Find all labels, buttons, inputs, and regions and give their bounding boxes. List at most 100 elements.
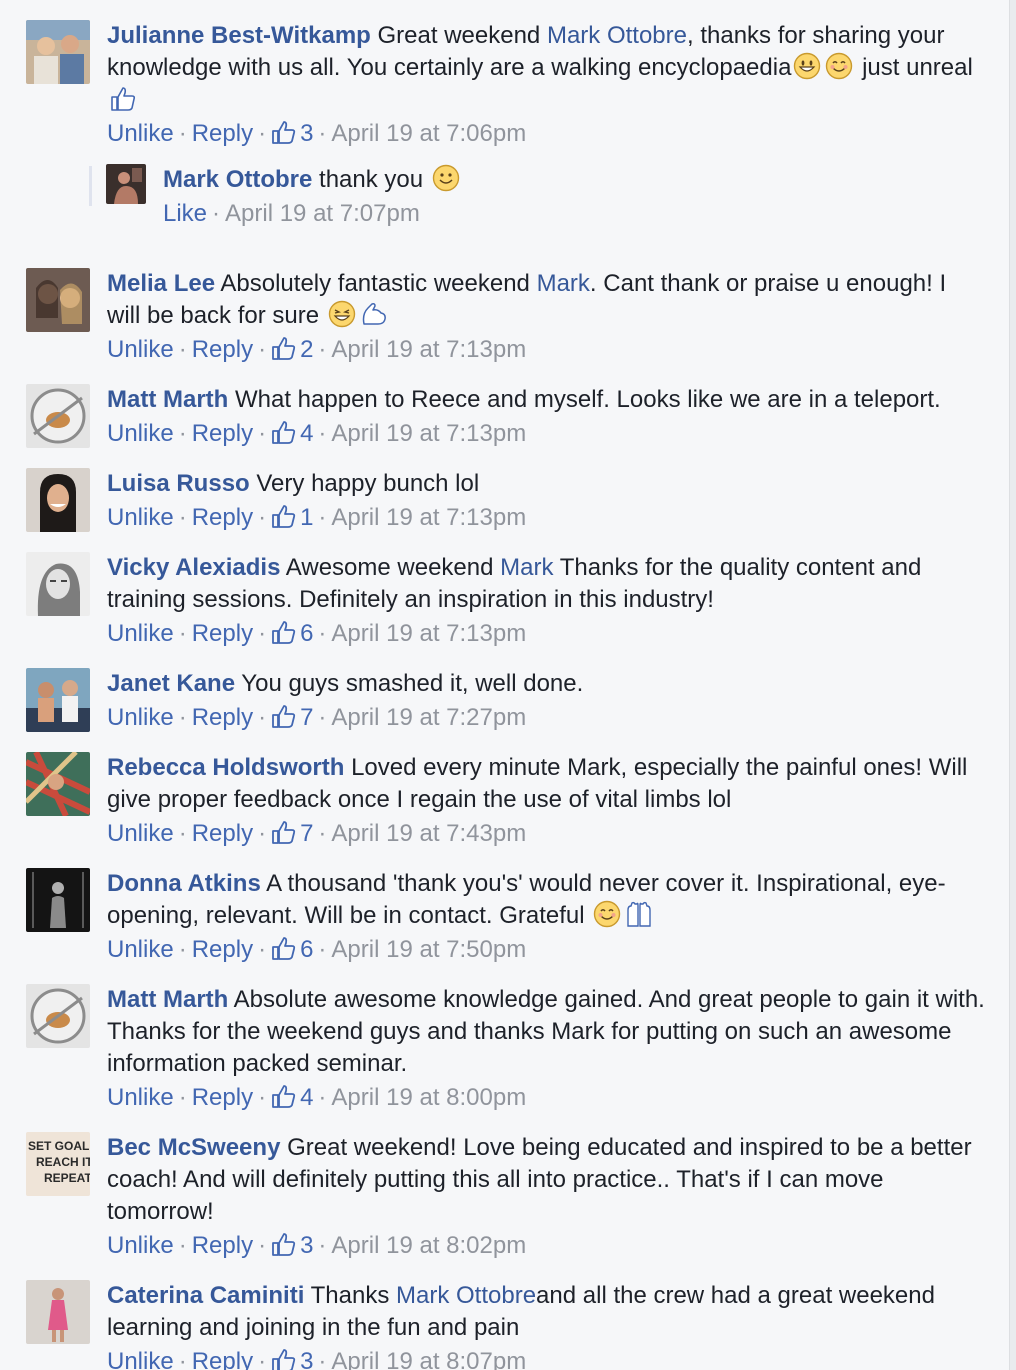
timestamp[interactable]: April 19 at 7:06pm	[331, 120, 526, 147]
reply-button[interactable]: Reply	[192, 504, 253, 531]
avatar[interactable]	[26, 752, 90, 816]
mention-link[interactable]: Mark	[500, 554, 553, 581]
comment: Vicky Alexiadis Awesome weekend Mark Tha…	[26, 552, 986, 652]
reply-button[interactable]: Reply	[192, 1084, 253, 1111]
timestamp[interactable]: April 19 at 7:13pm	[331, 504, 526, 531]
unlike-button[interactable]: Unlike	[107, 420, 174, 447]
unlike-button[interactable]: Unlike	[107, 120, 174, 147]
smile-emoji-icon	[593, 900, 621, 928]
comment-text: Awesome weekend	[285, 554, 501, 581]
avatar[interactable]	[26, 868, 90, 932]
comment-text: What happen to Reece and myself. Looks l…	[235, 386, 941, 413]
unlike-button[interactable]: Unlike	[107, 820, 174, 847]
avatar[interactable]	[26, 384, 90, 448]
like-count[interactable]: 7	[271, 704, 313, 731]
author-name[interactable]: Julianne Best-Witkamp	[107, 22, 371, 49]
author-name[interactable]: Caterina Caminiti	[107, 1282, 304, 1309]
thumbs-up-icon	[272, 821, 296, 844]
thumbs-up-icon	[272, 1085, 296, 1108]
laughing-emoji-icon	[328, 300, 356, 328]
unlike-button[interactable]: Unlike	[107, 1232, 174, 1259]
timestamp[interactable]: April 19 at 8:02pm	[331, 1232, 526, 1259]
author-name[interactable]: Mark Ottobre	[163, 166, 312, 193]
comment-actions: Unlike · Reply · 7 · April 19 at 7:27pm	[107, 700, 986, 736]
separator: ·	[258, 1232, 267, 1259]
avatar[interactable]	[26, 268, 90, 332]
comment-actions: Unlike · Reply · 7 · April 19 at 7:43pm	[107, 816, 986, 852]
reply-button[interactable]: Reply	[192, 120, 253, 147]
author-name[interactable]: Melia Lee	[107, 270, 215, 297]
like-button[interactable]: Like	[163, 200, 207, 227]
like-count[interactable]: 3	[271, 1232, 313, 1259]
author-name[interactable]: Janet Kane	[107, 670, 235, 697]
avatar[interactable]	[26, 668, 90, 732]
scrollbar-track[interactable]	[1009, 0, 1016, 1370]
reply-button[interactable]: Reply	[192, 936, 253, 963]
timestamp[interactable]: April 19 at 7:13pm	[331, 420, 526, 447]
comment-actions: Unlike · Reply · 3 · April 19 at 7:06pm	[107, 116, 986, 152]
avatar[interactable]	[26, 20, 90, 84]
mention-link[interactable]: Mark Ottobre	[547, 22, 687, 49]
unlike-button[interactable]: Unlike	[107, 1084, 174, 1111]
timestamp[interactable]: April 19 at 7:07pm	[225, 200, 420, 227]
author-name[interactable]: Rebecca Holdsworth	[107, 754, 344, 781]
timestamp[interactable]: April 19 at 7:50pm	[331, 936, 526, 963]
comment-text: Thanks	[310, 1282, 396, 1309]
timestamp[interactable]: April 19 at 7:43pm	[331, 820, 526, 847]
avatar[interactable]	[26, 468, 90, 532]
avatar[interactable]: SET GOAL. REACH IT. REPEAT.	[26, 1132, 90, 1196]
unlike-button[interactable]: Unlike	[107, 620, 174, 647]
comment-actions: Unlike · Reply · 6 · April 19 at 7:50pm	[107, 932, 986, 968]
author-name[interactable]: Matt Marth	[107, 386, 228, 413]
timestamp[interactable]: April 19 at 8:00pm	[331, 1084, 526, 1111]
timestamp[interactable]: April 19 at 8:07pm	[331, 1348, 526, 1370]
comment-actions: Unlike · Reply · 1 · April 19 at 7:13pm	[107, 500, 986, 536]
flexed-biceps-icon	[360, 300, 388, 328]
like-count[interactable]: 4	[271, 420, 313, 447]
author-name[interactable]: Matt Marth	[107, 986, 228, 1013]
mention-link[interactable]: Mark	[537, 270, 590, 297]
thumbs-up-icon	[272, 621, 296, 644]
avatar[interactable]	[106, 164, 146, 204]
like-count[interactable]: 3	[271, 120, 313, 147]
unlike-button[interactable]: Unlike	[107, 336, 174, 363]
reply-button[interactable]: Reply	[192, 820, 253, 847]
like-count-value: 7	[300, 704, 314, 731]
like-count[interactable]: 3	[271, 1348, 313, 1370]
reply-button[interactable]: Reply	[192, 1348, 253, 1370]
unlike-button[interactable]: Unlike	[107, 704, 174, 731]
reply-button[interactable]: Reply	[192, 704, 253, 731]
avatar[interactable]	[26, 552, 90, 616]
comment: Melia Lee Absolutely fantastic weekend M…	[26, 268, 986, 368]
author-name[interactable]: Vicky Alexiadis	[107, 554, 280, 581]
reply-button[interactable]: Reply	[192, 620, 253, 647]
unlike-button[interactable]: Unlike	[107, 936, 174, 963]
timestamp[interactable]: April 19 at 7:13pm	[331, 620, 526, 647]
separator: ·	[258, 120, 267, 147]
author-name[interactable]: Luisa Russo	[107, 470, 250, 497]
comment: Caterina Caminiti Thanks Mark Ottobreand…	[26, 1280, 986, 1370]
timestamp[interactable]: April 19 at 7:13pm	[331, 336, 526, 363]
mention-link[interactable]: Mark Ottobre	[396, 1282, 536, 1309]
separator: ·	[258, 1084, 267, 1111]
timestamp[interactable]: April 19 at 7:27pm	[331, 704, 526, 731]
author-name[interactable]: Bec McSweeny	[107, 1134, 280, 1161]
unlike-button[interactable]: Unlike	[107, 1348, 174, 1370]
like-count[interactable]: 2	[271, 336, 313, 363]
like-count[interactable]: 1	[271, 504, 313, 531]
unlike-button[interactable]: Unlike	[107, 504, 174, 531]
like-count[interactable]: 6	[271, 936, 313, 963]
comment-text: thank you	[319, 166, 424, 193]
reply-button[interactable]: Reply	[192, 420, 253, 447]
like-count[interactable]: 7	[271, 820, 313, 847]
avatar[interactable]	[26, 984, 90, 1048]
like-count[interactable]: 6	[271, 620, 313, 647]
thumbs-up-icon	[272, 705, 296, 728]
reply-button[interactable]: Reply	[192, 1232, 253, 1259]
separator: ·	[318, 1348, 327, 1370]
like-count[interactable]: 4	[271, 1084, 313, 1111]
avatar[interactable]	[26, 1280, 90, 1344]
reply-button[interactable]: Reply	[192, 336, 253, 363]
avatar-text: REACH IT.	[36, 1155, 90, 1169]
author-name[interactable]: Donna Atkins	[107, 870, 261, 897]
